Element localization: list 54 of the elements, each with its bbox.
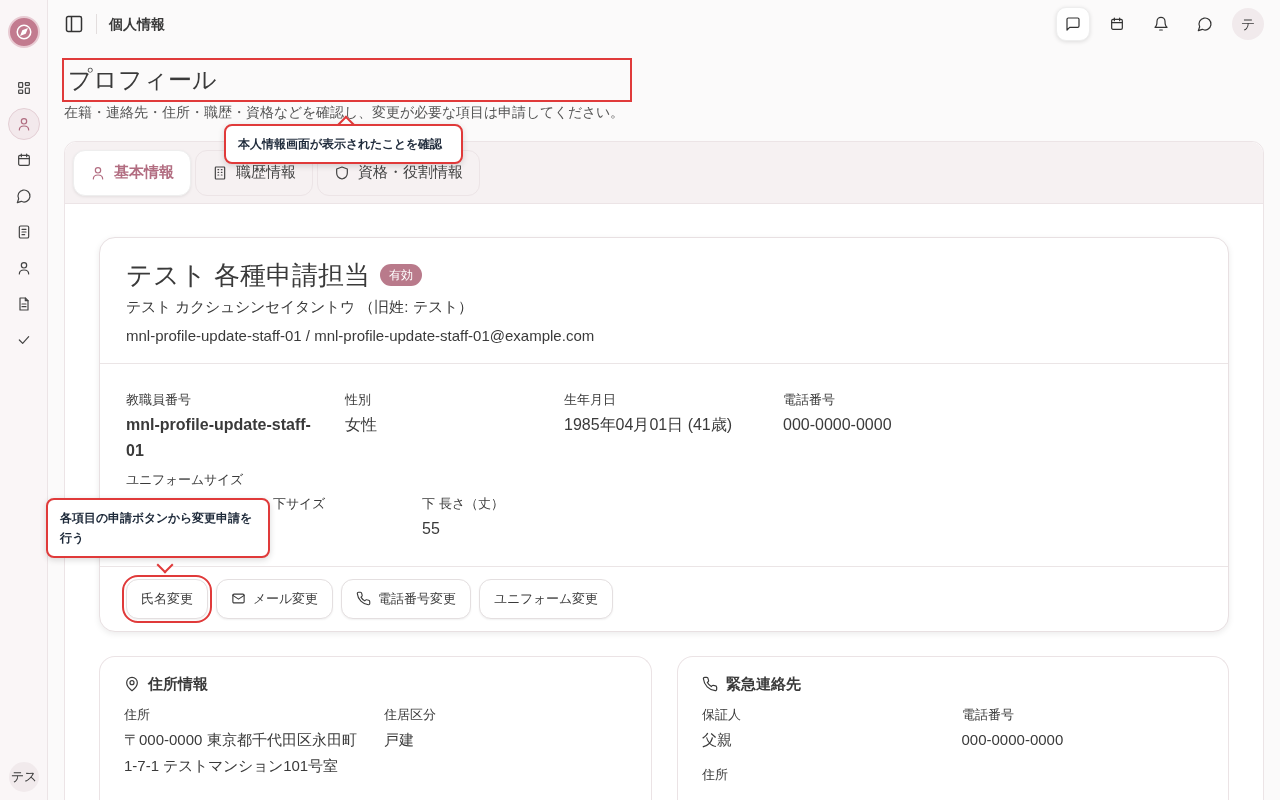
bell-icon xyxy=(1153,16,1169,32)
field-label: 住居区分 xyxy=(384,706,437,724)
field-label: 教職員番号 xyxy=(126,391,192,409)
card-title: 緊急連絡先 xyxy=(725,673,801,694)
field-value: 000-0000-0000 xyxy=(961,730,1065,750)
message-icon xyxy=(1065,16,1081,32)
user-avatar[interactable]: テ xyxy=(1232,8,1264,40)
field-label: 住所 xyxy=(701,766,729,784)
field-label: 生年月日 xyxy=(564,391,617,409)
sidebar-toggle-icon[interactable] xyxy=(64,14,84,34)
location-pin-icon xyxy=(124,675,140,692)
phone-icon xyxy=(701,675,718,692)
grid-icon xyxy=(15,80,32,96)
shield-icon xyxy=(334,164,350,181)
field-label: 保証人 xyxy=(701,706,742,724)
field-label: 下サイズ xyxy=(273,494,326,513)
calendar-icon xyxy=(1109,16,1125,32)
field-value: 1985年04月01日 (41歳) xyxy=(564,415,734,435)
chat-bubble-icon xyxy=(15,188,32,204)
person-icon xyxy=(90,164,106,181)
field-value: 000-0000-0000 xyxy=(783,415,893,435)
field-value: mnl-profile-update-staff-01 xyxy=(126,415,312,461)
annotation-tooltip: 各項目の申請ボタンから変更申請を行う xyxy=(46,498,270,558)
field-label: ユニフォームサイズ xyxy=(126,471,244,489)
mail-icon xyxy=(231,591,246,606)
name-kana: テスト カクシュシンセイタントウ （旧姓: テスト） xyxy=(126,297,474,317)
app-logo-icon xyxy=(7,16,40,48)
field-label: 性別 xyxy=(345,391,372,409)
calendar-icon xyxy=(15,152,32,168)
annotation-tooltip: 本人情報画面が表示されたことを確認 xyxy=(224,124,463,164)
change-request-button[interactable]: 電話番号変更 xyxy=(341,578,471,619)
phone-icon xyxy=(356,591,371,606)
card-title: 住所情報 xyxy=(148,673,208,694)
change-request-button[interactable]: ユニフォーム変更 xyxy=(479,578,613,619)
field-label: 電話番号 xyxy=(961,706,1015,724)
building-icon xyxy=(212,164,228,181)
staff-id-email: mnl-profile-update-staff-01 / mnl-profile-update-staff-01@example.com xyxy=(126,325,596,346)
chat-bubble-icon xyxy=(1197,16,1213,32)
field-value: 〒000-0000 東京都千代田区永田町1-7-1 テストマンション101号室 xyxy=(124,730,358,776)
profile-heading: プロフィール xyxy=(64,60,630,100)
page-description: 在籍・連絡先・住所・職歴・資格などを確認し、変更が必要な項目は申請してください。 xyxy=(64,103,625,122)
status-badge: 有効 xyxy=(380,264,423,286)
staff-name: テスト 各種申請担当 xyxy=(126,259,371,292)
field-label: 電話番号 xyxy=(783,391,836,409)
field-value: 女性 xyxy=(345,415,378,435)
field-value: 戸建 xyxy=(384,730,415,750)
user-avatar[interactable]: テス xyxy=(8,762,39,792)
change-request-button[interactable]: メール変更 xyxy=(216,578,333,619)
field-label: 下 長さ（丈） xyxy=(422,494,505,513)
tab[interactable]: 基本情報 xyxy=(73,149,191,196)
page-title: 個人情報 xyxy=(109,14,165,34)
field-value: 55 xyxy=(422,518,441,539)
field-value: 父親 xyxy=(701,730,733,750)
field-label: 住所 xyxy=(124,706,151,724)
